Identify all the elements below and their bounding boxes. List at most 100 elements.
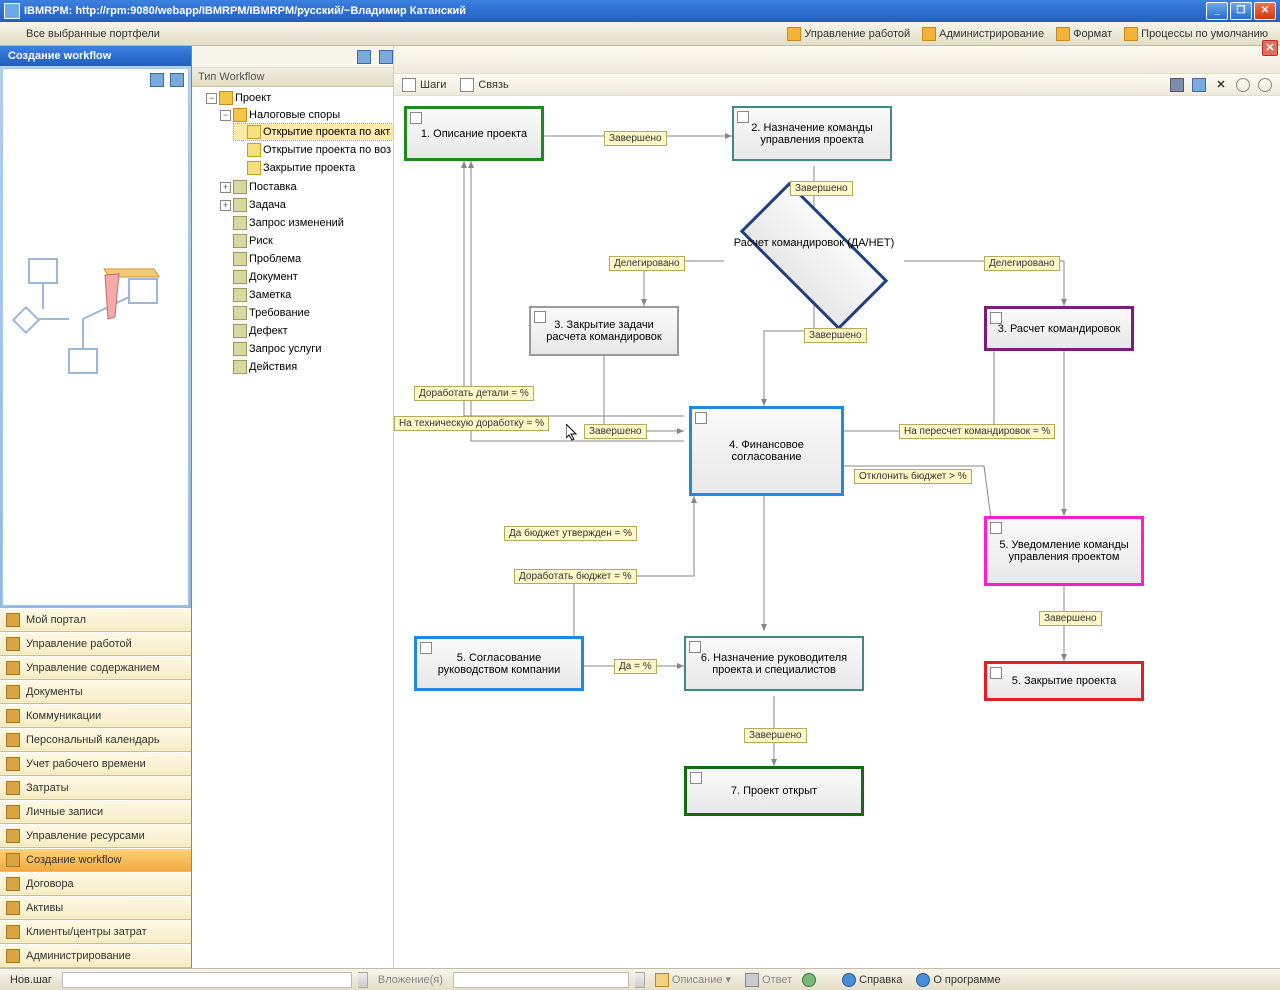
nav-item[interactable]: Персональный календарь — [0, 728, 191, 752]
tree-node[interactable]: Дефект — [220, 323, 393, 339]
nav-item[interactable]: Управление ресурсами — [0, 824, 191, 848]
nav-item[interactable]: Мой портал — [0, 608, 191, 632]
nav-item[interactable]: Личные записи — [0, 800, 191, 824]
refresh-icon[interactable] — [170, 73, 184, 87]
document-icon — [737, 111, 749, 123]
print-icon[interactable] — [150, 73, 164, 87]
node-4-financial-approval[interactable]: 4. Финансовое согласование — [689, 406, 844, 496]
note-icon — [655, 973, 669, 987]
canvas-panel: ✕ Шаги Связь ✕ — [394, 46, 1280, 968]
nav-item[interactable]: Создание workflow — [0, 848, 191, 872]
tree-node[interactable]: Риск — [220, 233, 393, 249]
edge-label-delegated: Делегировано — [984, 256, 1060, 271]
node-2-team-assignment[interactable]: 2. Назначение команды управления проекта — [732, 106, 892, 161]
attachments-dropdown[interactable] — [635, 972, 645, 988]
description-button[interactable]: Описание▾ — [651, 973, 735, 987]
nav-item[interactable]: Управление работой — [0, 632, 191, 656]
nav-icon — [6, 877, 20, 891]
node-6-assign-lead[interactable]: 6. Назначение руководителя проекта и спе… — [684, 636, 864, 691]
edge-label-done: Завершено — [604, 131, 667, 146]
edge-label-delegated: Делегировано — [609, 256, 685, 271]
edge-label-yes: Да = % — [614, 659, 657, 674]
document-icon — [689, 641, 701, 653]
tree-node-project[interactable]: −Проект — [206, 90, 393, 106]
nav-icon — [6, 661, 20, 675]
nav-icon — [6, 781, 20, 795]
nav-item[interactable]: Управление содержанием — [0, 656, 191, 680]
mouse-cursor-icon — [566, 424, 580, 444]
nav-item[interactable]: Затраты — [0, 776, 191, 800]
newstep-input[interactable] — [62, 972, 352, 988]
minimize-button[interactable]: _ — [1206, 2, 1228, 20]
toolbar-default-processes[interactable]: Процессы по умолчанию — [1118, 27, 1274, 41]
tree-leaf[interactable]: Открытие проекта по воз — [234, 142, 393, 158]
attachments-label: Вложение(я) — [374, 974, 447, 986]
left-sidebar: Создание workflow Мой порталУправление р… — [0, 46, 192, 968]
tree-node[interactable]: Запрос изменений — [220, 215, 393, 231]
nav-item[interactable]: Документы — [0, 680, 191, 704]
nav-icon — [6, 829, 20, 843]
document-icon — [420, 642, 432, 654]
toolbar-steps[interactable]: Шаги — [402, 78, 446, 92]
panel-close-icon[interactable]: ✕ — [1262, 40, 1278, 56]
help-button[interactable]: Справка — [838, 973, 906, 987]
edge-label-budget-rework: Доработать бюджет = % — [514, 569, 637, 584]
portfolio-label[interactable]: Все выбранные портфели — [6, 28, 180, 40]
zoom-out-icon[interactable] — [1258, 78, 1272, 92]
nav-item[interactable]: Коммуникации — [0, 704, 191, 728]
maximize-button[interactable]: ❐ — [1230, 2, 1252, 20]
node-decision-trips[interactable]: Расчет командировок (ДА/НЕТ) — [714, 211, 914, 301]
edge-label-done: Завершено — [804, 328, 867, 343]
workflow-canvas[interactable]: 1. Описание проекта 2. Назначение команд… — [394, 96, 1280, 968]
edge-label-done: Завершено — [744, 728, 807, 743]
node-5b-notify-team[interactable]: 5. Уведомление команды управления проект… — [984, 516, 1144, 586]
newstep-dropdown[interactable] — [358, 972, 368, 988]
node-5c-close-project[interactable]: 5. Закрытие проекта — [984, 661, 1144, 701]
attachments-input[interactable] — [453, 972, 629, 988]
print-icon[interactable] — [357, 50, 371, 64]
zoom-in-icon[interactable] — [1236, 78, 1250, 92]
print-icon[interactable] — [1192, 78, 1206, 92]
toolbar-link[interactable]: Связь — [460, 78, 508, 92]
workflow-tree[interactable]: −Проект −Налоговые споры Открытие проект… — [192, 87, 393, 968]
tree-node[interactable]: Проблема — [220, 251, 393, 267]
nav-item[interactable]: Договора — [0, 872, 191, 896]
document-icon — [690, 772, 702, 784]
sidebar-header: Создание workflow — [0, 46, 191, 66]
refresh-icon[interactable] — [802, 973, 816, 987]
delete-icon[interactable]: ✕ — [1214, 78, 1228, 92]
tree-node[interactable]: +Задача — [220, 197, 393, 213]
tree-panel: Тип Workflow −Проект −Налоговые споры От… — [192, 46, 394, 968]
nav-item[interactable]: Учет рабочего времени — [0, 752, 191, 776]
close-button[interactable]: ✕ — [1254, 2, 1276, 20]
tree-node[interactable]: +Поставка — [220, 179, 393, 195]
about-button[interactable]: О программе — [912, 973, 1004, 987]
nav-item[interactable]: Активы — [0, 896, 191, 920]
tree-node[interactable]: Документ — [220, 269, 393, 285]
nav-item[interactable]: Клиенты/центры затрат — [0, 920, 191, 944]
node-5a-management-approval[interactable]: 5. Согласование руководством компании — [414, 636, 584, 691]
node-1-description[interactable]: 1. Описание проекта — [404, 106, 544, 161]
nav-item[interactable]: Администрирование — [0, 944, 191, 968]
nav-icon — [6, 805, 20, 819]
tree-node-tax-disputes[interactable]: −Налоговые споры — [220, 107, 393, 123]
node-3b-calc-trips[interactable]: 3. Расчет командировок — [984, 306, 1134, 351]
edge-label-recalc: На пересчет командировок = % — [899, 424, 1055, 439]
toolbar-admin[interactable]: Администрирование — [916, 27, 1050, 41]
tree-node[interactable]: Заметка — [220, 287, 393, 303]
save-icon[interactable] — [1170, 78, 1184, 92]
tree-leaf[interactable]: Открытие проекта по акт — [234, 124, 393, 140]
tree-node[interactable]: Запрос услуги — [220, 341, 393, 357]
workflow-preview — [2, 68, 189, 606]
reply-button[interactable]: Ответ — [741, 973, 796, 987]
toolbar-format[interactable]: Формат — [1050, 27, 1118, 41]
node-3a-close-task[interactable]: 3. Закрытие задачи расчета командировок — [529, 306, 679, 356]
edge-label-technical: На техническую доработку = % — [394, 416, 549, 431]
tree-node[interactable]: Действия — [220, 359, 393, 375]
tree-leaf[interactable]: Закрытие проекта — [234, 160, 393, 176]
node-7-project-open[interactable]: 7. Проект открыт — [684, 766, 864, 816]
refresh-icon[interactable] — [379, 50, 393, 64]
app-toolbar: Все выбранные портфели Управление работо… — [0, 22, 1280, 46]
tree-node[interactable]: Требование — [220, 305, 393, 321]
toolbar-work-management[interactable]: Управление работой — [781, 27, 916, 41]
